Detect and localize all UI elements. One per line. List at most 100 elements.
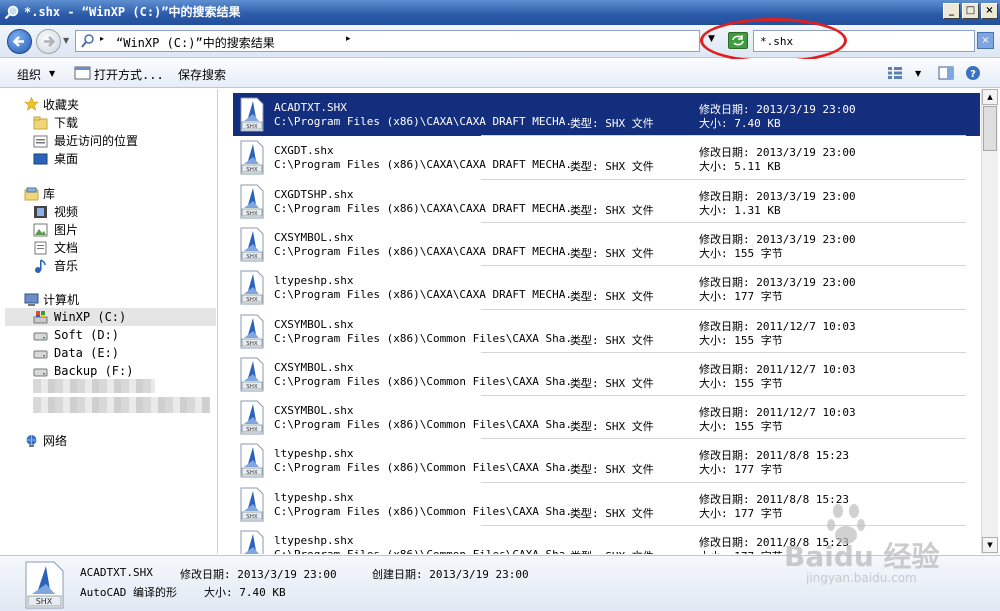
result-row[interactable]: SHX ltypeshp.shxC:\Program Files (x86)\Co… <box>233 526 980 554</box>
details-created: 创建日期: 2013/3/19 23:00 <box>372 568 529 581</box>
shx-file-icon: SHX <box>240 270 264 305</box>
sidebar-videos[interactable]: 视频 <box>54 203 78 221</box>
file-icon-label: SHX <box>246 211 258 217</box>
back-arrow-icon <box>12 36 24 47</box>
address-bar[interactable]: ▸ “WinXP (C:)”中的搜索结果 ▸ <box>75 30 700 52</box>
file-icon-label: SHX <box>36 597 53 606</box>
row-separator <box>481 221 966 223</box>
organize-dropdown-icon[interactable]: ▼ <box>49 69 55 78</box>
sidebar-network[interactable]: 网络 <box>43 432 67 450</box>
result-row[interactable]: SHX CXSYMBOL.shx C:\Program Files (x86)\Co… <box>233 396 980 439</box>
breadcrumb-separator-icon[interactable]: ▸ <box>100 34 104 43</box>
sidebar-drive-c[interactable]: WinXP (C:) <box>54 308 126 326</box>
sidebar-documents[interactable]: 文档 <box>54 239 78 257</box>
result-row[interactable]: SHX ltypeshp.shx C:\Program Files (x86)\CA… <box>233 266 980 309</box>
maximize-button[interactable]: □ <box>962 3 979 19</box>
result-size: 大小: 155 字节 <box>699 246 783 260</box>
shx-file-large-icon: SHX <box>25 561 64 609</box>
result-row[interactable]: SHX CXGDTSHP.shx C:\Program Files (x86)\CA… <box>233 180 980 223</box>
sidebar-drive-e[interactable]: Data (E:) <box>54 344 119 362</box>
file-icon-label: SHX <box>246 124 258 130</box>
view-dropdown-icon[interactable]: ▼ <box>915 69 921 78</box>
address-path[interactable]: “WinXP (C:)”中的搜索结果 <box>116 34 275 51</box>
result-size: 大小: 7.40 KB <box>699 117 781 130</box>
address-dropdown-icon[interactable]: ▼ <box>708 34 715 44</box>
result-name: CXSYMBOL.shx <box>274 404 354 418</box>
save-search-button[interactable]: 保存搜索 <box>178 66 226 83</box>
address-caret-icon[interactable]: ▸ <box>346 34 351 44</box>
sidebar-music[interactable]: 音乐 <box>54 257 78 275</box>
file-icon-label: SHX <box>246 427 258 433</box>
file-icon-label: SHX <box>246 384 258 390</box>
result-path: C:\Program Files (x86)\Common Files\CAXA… <box>274 331 586 345</box>
open-with-icon <box>74 66 91 80</box>
organize-button[interactable]: 组织 <box>17 66 41 83</box>
result-name: CXGDT.shx <box>274 144 334 158</box>
result-size: 大小: 155 字节 <box>699 376 783 390</box>
result-name: CXGDTSHP.shx <box>274 187 354 201</box>
preview-pane-icon[interactable] <box>938 66 954 80</box>
libraries-icon <box>24 187 39 201</box>
refresh-button[interactable] <box>728 32 748 49</box>
recent-places-icon <box>33 135 48 148</box>
row-separator <box>481 525 966 526</box>
row-separator <box>481 395 966 397</box>
sidebar-libraries[interactable]: 库 <box>43 185 55 203</box>
open-with-button[interactable]: 打开方式... <box>94 66 164 83</box>
result-name: ltypeshp.shx <box>274 534 354 547</box>
command-toolbar: 组织 ▼ 打开方式... 保存搜索 ▼ ? <box>0 59 1000 88</box>
back-button[interactable] <box>7 29 32 54</box>
file-icon-label: SHX <box>246 254 258 260</box>
vertical-scrollbar[interactable]: ▲ ▼ <box>981 89 998 554</box>
result-name: ltypeshp.shx <box>274 490 354 504</box>
sidebar-computer[interactable]: 计算机 <box>43 291 79 309</box>
search-input[interactable]: *.shx <box>753 30 975 52</box>
blurred-item <box>33 379 155 393</box>
blurred-item <box>33 397 210 413</box>
help-icon[interactable]: ? <box>965 65 981 81</box>
scroll-down-icon[interactable]: ▼ <box>982 537 998 553</box>
result-row[interactable]: SHX CXSYMBOL.shx C:\Program Files (x86)\CA… <box>233 223 980 266</box>
sidebar-downloads[interactable]: 下载 <box>54 114 78 132</box>
sidebar-desktop[interactable]: 桌面 <box>54 150 78 168</box>
result-row-selected[interactable]: SHX ACADTXT.SHX C:\Program Files (x86)\CAX… <box>233 93 980 136</box>
network-icon <box>26 435 37 447</box>
history-dropdown-icon[interactable]: ▼ <box>63 36 69 45</box>
forward-button[interactable] <box>36 29 61 54</box>
row-separator <box>481 178 966 180</box>
file-icon-label: SHX <box>246 341 258 347</box>
row-separator <box>481 438 966 440</box>
result-row[interactable]: SHX ltypeshp.shxC:\Program Files (x86)\Co… <box>233 483 980 526</box>
minimize-button[interactable]: _ <box>943 3 960 19</box>
details-pane: SHX ACADTXT.SHX AutoCAD 编译的形 修改日期: 2013/… <box>0 555 1000 611</box>
result-row[interactable]: SHX CXSYMBOL.shx C:\Program Files (x86)\Co… <box>233 310 980 353</box>
result-row[interactable]: SHX ltypeshp.shxC:\Program Files (x86)\Co… <box>233 439 980 482</box>
result-path: C:\Program Files (x86)\Common Files\CAXA… <box>274 418 586 432</box>
row-separator <box>481 481 966 483</box>
result-size: 大小: 155 字节 <box>699 333 783 347</box>
scroll-thumb[interactable] <box>983 106 997 151</box>
sidebar-favorites[interactable]: 收藏夹 <box>43 96 79 114</box>
sidebar-drive-f[interactable]: Backup (F:) <box>54 362 133 380</box>
sidebar-recent-places[interactable]: 最近访问的位置 <box>54 132 138 150</box>
scroll-up-icon[interactable]: ▲ <box>982 89 998 105</box>
result-size: 大小: 177 字节 <box>699 548 783 554</box>
file-icon-label: SHX <box>246 167 258 173</box>
clear-search-button[interactable]: × <box>977 32 994 49</box>
result-row[interactable]: SHX CXSYMBOL.shx C:\Program Files (x86)\Co… <box>233 353 980 396</box>
result-row[interactable]: SHX CXGDT.shx C:\Program Files (x86)\CAXA\… <box>233 136 980 179</box>
computer-icon <box>24 293 39 306</box>
title-bar[interactable]: *.shx - “WinXP (C:)”中的搜索结果 _ □ × <box>0 0 1000 25</box>
close-button[interactable]: × <box>981 3 998 19</box>
result-name: ltypeshp.shx <box>274 274 354 288</box>
result-type: 类型: SHX 文件 <box>570 506 654 520</box>
forward-arrow-icon <box>44 36 56 47</box>
view-options-icon[interactable] <box>887 66 903 80</box>
sidebar-pictures[interactable]: 图片 <box>54 221 78 239</box>
downloads-folder-icon <box>33 116 48 130</box>
search-window-icon <box>4 5 19 20</box>
sidebar-drive-d[interactable]: Soft (D:) <box>54 326 119 344</box>
shx-file-icon: SHX <box>240 530 264 554</box>
window-title: *.shx - “WinXP (C:)”中的搜索结果 <box>24 5 241 19</box>
row-separator <box>481 308 966 310</box>
